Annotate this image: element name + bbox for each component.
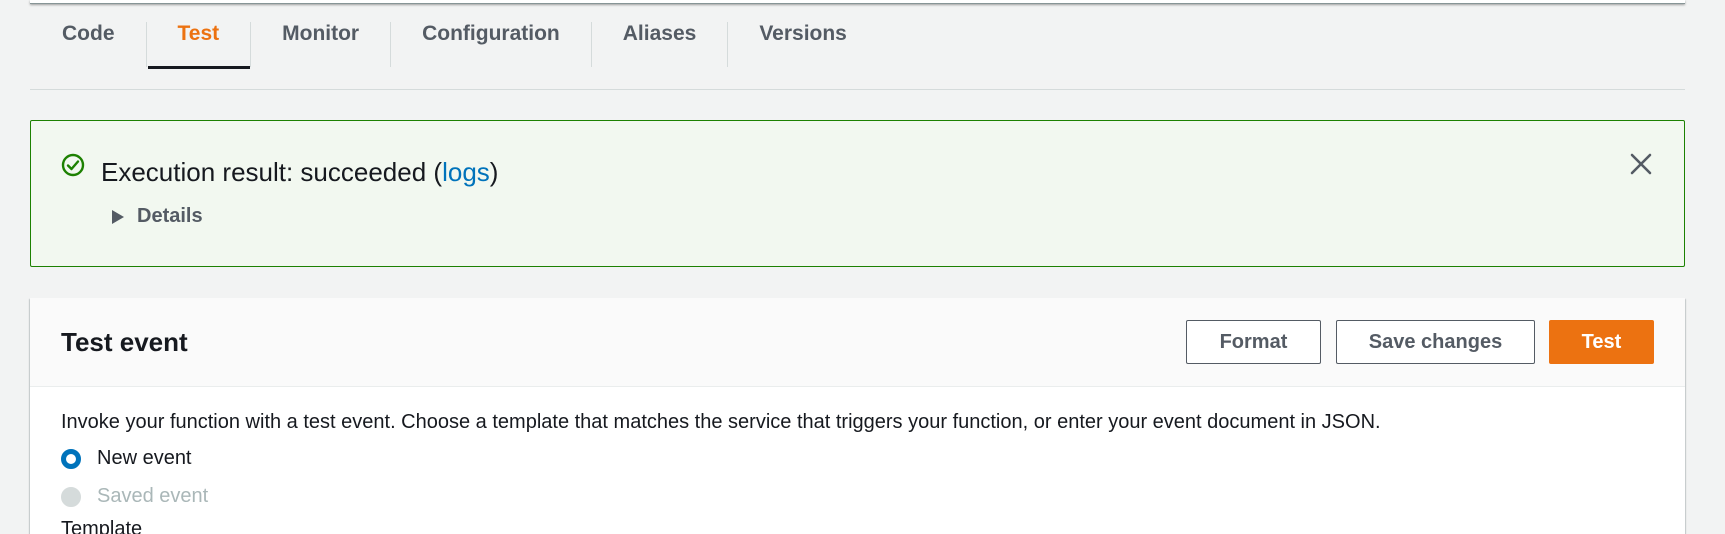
alert-title-suffix: )	[489, 157, 499, 187]
format-button[interactable]: Format	[1186, 320, 1321, 364]
saved-event-option[interactable]: Saved event	[61, 485, 208, 508]
tab-test[interactable]: Test	[147, 0, 251, 69]
tab-monitor-label: Monitor	[282, 22, 360, 45]
tab-configuration[interactable]: Configuration	[391, 0, 591, 68]
save-changes-button[interactable]: Save changes	[1336, 320, 1535, 364]
saved-event-label: Saved event	[97, 485, 209, 507]
tab-configuration-label: Configuration	[422, 22, 560, 45]
alert-title: Execution result: succeeded (logs)	[101, 157, 498, 188]
details-label: Details	[137, 205, 203, 227]
new-event-label: New event	[97, 447, 192, 469]
tab-code[interactable]: Code	[30, 0, 146, 68]
function-tabs: Code Test Monitor Configuration Aliases …	[30, 22, 1685, 90]
execution-result-alert: Execution result: succeeded (logs) Detai…	[30, 120, 1685, 267]
test-event-title: Test event	[61, 327, 188, 357]
tab-aliases-label: Aliases	[622, 22, 697, 45]
details-expander[interactable]: Details	[111, 205, 203, 228]
check-circle-icon	[61, 153, 85, 177]
new-event-radio[interactable]	[61, 448, 81, 469]
template-label: Template	[61, 518, 143, 534]
tab-aliases[interactable]: Aliases	[592, 0, 728, 68]
test-button-label: Test	[1581, 330, 1622, 353]
new-event-option[interactable]: New event	[61, 447, 192, 470]
caret-right-icon	[112, 209, 124, 224]
saved-event-radio[interactable]	[61, 486, 81, 507]
tab-versions[interactable]: Versions	[728, 0, 878, 68]
save-changes-button-label: Save changes	[1368, 330, 1503, 353]
tab-test-label: Test	[177, 22, 220, 45]
test-event-panel: Test event Format Save changes Test Invo…	[30, 298, 1685, 534]
alert-title-text: Execution result: succeeded (	[101, 157, 443, 187]
test-button[interactable]: Test	[1549, 320, 1654, 364]
format-button-label: Format	[1219, 330, 1288, 353]
test-event-description: Invoke your function with a test event. …	[61, 411, 1381, 433]
logs-link[interactable]: logs	[442, 157, 490, 187]
tab-monitor[interactable]: Monitor	[251, 0, 390, 68]
lambda-test-page: Code Test Monitor Configuration Aliases …	[0, 0, 1725, 534]
test-event-header: Test event Format Save changes Test	[30, 298, 1685, 387]
tab-code-label: Code	[62, 22, 115, 45]
close-icon[interactable]	[1628, 151, 1654, 177]
tab-versions-label: Versions	[759, 22, 847, 45]
